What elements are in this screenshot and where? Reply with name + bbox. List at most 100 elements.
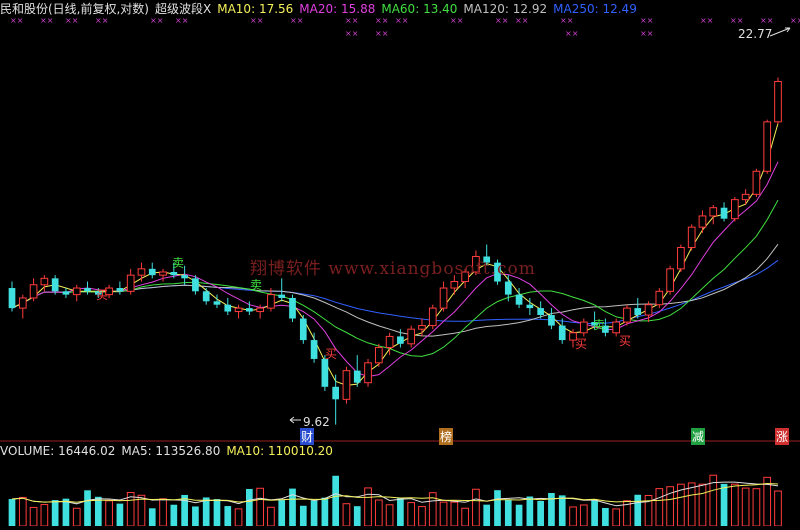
volume-bar-up: [418, 506, 426, 527]
volume-bar-down: [278, 500, 286, 526]
candle-body-up: [774, 81, 782, 123]
volume-bar-down: [181, 494, 188, 526]
tag-cai[interactable]: 财: [300, 428, 314, 445]
buy-signal-3: 买: [575, 337, 588, 351]
volume-bar-down: [558, 495, 566, 526]
candle-body-down: [224, 304, 232, 312]
sell-signal-1: 卖: [172, 256, 185, 270]
volume-bar-down: [483, 504, 491, 526]
candle-body-down: [202, 291, 210, 302]
candle-body-up: [741, 193, 750, 201]
candle-body-up: [234, 307, 243, 313]
volume-bar-down: [116, 503, 124, 526]
ma60-legend: MA60: 13.40: [381, 2, 457, 16]
candle-body-up: [126, 274, 135, 292]
volume-bar-up: [374, 499, 383, 527]
volume-bar-down: [202, 497, 210, 526]
volume-bar-down: [504, 499, 512, 526]
candle-body-up: [159, 271, 167, 276]
candle-body-up: [407, 328, 416, 345]
volume-bar-down: [494, 490, 501, 526]
candle-body-up: [29, 284, 38, 299]
watermark: 翔博软件 www.xiangbosoft.com: [250, 259, 536, 279]
candle-body-up: [698, 215, 707, 228]
volume-bar-up: [18, 496, 27, 527]
high-price-label: 22.77: [738, 27, 773, 41]
candle-body-up: [439, 287, 448, 309]
volume-bar-down: [213, 499, 221, 526]
volume-bar-up: [579, 504, 588, 527]
volume-bar-down: [170, 504, 178, 526]
volume-bar-up: [450, 501, 459, 527]
volume-bar-up: [137, 494, 146, 527]
ma250-legend: MA250: 12.49: [553, 2, 637, 16]
signal-marker-top: ××: [760, 16, 773, 25]
candle-body-up: [731, 199, 739, 220]
volume-bar-down: [148, 508, 156, 526]
volume-bar-down: [332, 475, 340, 526]
ma20-value: 15.88: [341, 2, 376, 16]
high-arrow: [769, 27, 791, 37]
volume-bar-down: [720, 483, 728, 526]
signal-marker-top: ××: [790, 16, 800, 25]
volume-bar-up: [40, 504, 49, 527]
candle-body-down: [213, 301, 221, 305]
volume-bar-down: [634, 494, 642, 526]
candle-body-down: [116, 288, 124, 292]
volume-bar-up: [698, 483, 707, 527]
volume-value: VOLUME: 16446.02: [0, 444, 116, 458]
candle-body-down: [170, 271, 178, 276]
volume-bar-up: [569, 506, 577, 527]
candle-body-down: [310, 340, 318, 359]
buy-signal-2: 买: [325, 347, 338, 361]
candle-body-down: [148, 268, 156, 276]
candle-body-up: [256, 307, 264, 313]
signal-marker-top: ××: [565, 29, 578, 38]
candle-body-up: [763, 121, 772, 172]
indicator-name: 超级波段X: [155, 2, 212, 16]
volume-bar-up: [612, 508, 621, 527]
candle-body-up: [374, 347, 383, 364]
tag-zhang[interactable]: 涨: [775, 428, 789, 445]
ma60-label: MA60:: [381, 2, 420, 16]
candle-body-up: [267, 294, 275, 309]
candle-body-up: [687, 226, 696, 248]
volume-bar-down: [537, 501, 544, 526]
volume-ma10: MA10: 110010.20: [226, 444, 333, 458]
candle-body-down: [526, 304, 534, 309]
signal-marker-top: ××: [730, 16, 743, 25]
candle-body-up: [385, 335, 394, 349]
candle-body-down: [289, 297, 296, 319]
candle-body-up: [677, 246, 685, 270]
ma10-value: 17.56: [258, 2, 294, 16]
volume-bar-down: [591, 499, 598, 526]
volume-bar-down: [321, 497, 329, 526]
ma10-label: MA10:: [217, 2, 256, 16]
candle-body-up: [418, 325, 426, 330]
signal-marker-top: ××: [640, 29, 653, 38]
volume-bar-down: [299, 505, 307, 526]
candle-body-down: [84, 288, 91, 292]
ma250-label: MA250:: [553, 2, 599, 16]
candle-body-up: [579, 321, 588, 334]
tag-jian[interactable]: 减: [691, 428, 705, 445]
volume-bar-up: [385, 504, 394, 527]
candle-body-down: [181, 275, 188, 279]
volume-bar-down: [8, 499, 16, 526]
ma20-label: MA20:: [299, 2, 338, 16]
candle-body-down: [353, 370, 361, 383]
volume-bar-up: [774, 490, 782, 527]
candle-body-down: [192, 278, 199, 292]
ma250-value: 12.49: [602, 2, 637, 16]
candle-body-up: [709, 207, 718, 217]
tag-bang[interactable]: 榜: [439, 428, 453, 445]
ma60-value: 13.40: [423, 2, 458, 16]
low-price-label: 9.62: [303, 415, 330, 429]
ma120-legend: MA120: 12.92: [463, 2, 547, 16]
stock-title: 民和股份(日线,前复权,对数): [0, 2, 149, 16]
volume-bar-up: [29, 506, 38, 527]
volume-bar-up: [655, 488, 664, 527]
candle-body-up: [72, 287, 81, 296]
volume-bar-up: [256, 487, 264, 527]
candle-body-up: [137, 268, 146, 276]
